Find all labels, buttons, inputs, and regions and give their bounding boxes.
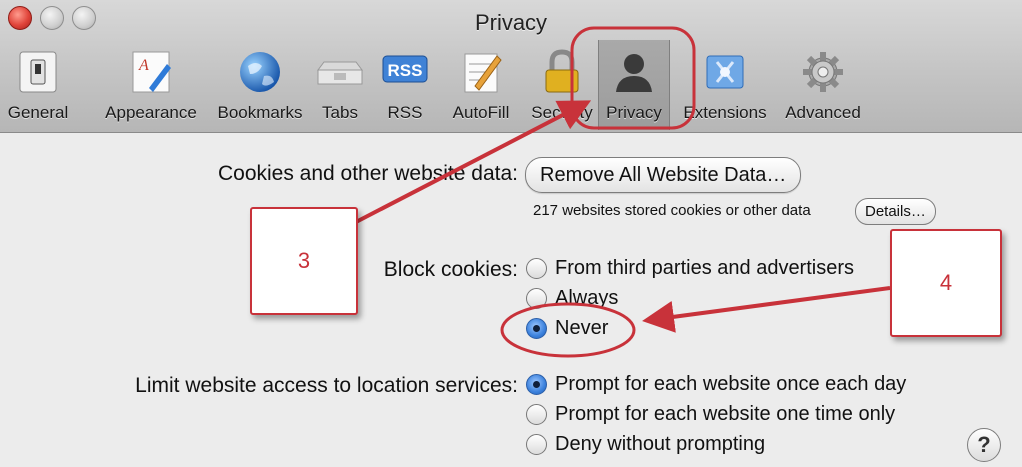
- radio-label: Prompt for each website one time only: [555, 402, 896, 425]
- tab-label: Extensions: [683, 103, 767, 122]
- tab-label: Advanced: [785, 103, 861, 122]
- tabs-icon: [317, 61, 363, 85]
- radio-button[interactable]: [526, 403, 547, 425]
- tab-label: Bookmarks: [217, 103, 303, 122]
- radio-label: Always: [555, 286, 619, 309]
- radio-label: Never: [555, 316, 609, 339]
- tab-appearance[interactable]: A Appearance: [96, 40, 206, 130]
- general-switch-icon: [19, 51, 57, 93]
- radio-button[interactable]: [526, 433, 547, 455]
- remove-all-website-data-button[interactable]: Remove All Website Data…: [525, 157, 802, 193]
- details-button[interactable]: Details…: [855, 198, 936, 225]
- cookies-label: Cookies and other website data:: [217, 162, 518, 185]
- radio-button[interactable]: [526, 287, 547, 309]
- tab-label: Appearance: [105, 103, 197, 122]
- window-title: Privacy: [474, 10, 548, 35]
- help-button[interactable]: ?: [967, 428, 1001, 462]
- radio-button[interactable]: [526, 257, 547, 279]
- gear-icon: [803, 52, 843, 92]
- location-option-deny[interactable]: Deny without prompting: [526, 430, 765, 458]
- globe-icon: [240, 52, 280, 92]
- radio-button-selected[interactable]: [526, 373, 547, 395]
- tab-rss[interactable]: RSS RSS: [382, 40, 428, 130]
- tab-tabs[interactable]: Tabs: [316, 40, 364, 130]
- titlebar: Privacy General A Appearance Bookmarks T…: [0, 0, 1022, 133]
- preferences-window: Privacy General A Appearance Bookmarks T…: [0, 0, 1022, 467]
- tab-label: AutoFill: [452, 103, 510, 122]
- tab-label: RSS: [387, 103, 423, 122]
- tab-general[interactable]: General: [6, 40, 70, 130]
- tab-advanced[interactable]: Advanced: [778, 40, 868, 130]
- location-services-label: Limit website access to location service…: [135, 374, 518, 397]
- block-cookies-option-never[interactable]: Never: [526, 314, 608, 342]
- radio-button-selected[interactable]: [526, 317, 547, 339]
- appearance-icon: A: [132, 51, 171, 93]
- location-option-one-time-only[interactable]: Prompt for each website one time only: [526, 400, 895, 428]
- callout-step-4: 4: [890, 229, 1002, 337]
- tab-bookmarks[interactable]: Bookmarks: [212, 40, 308, 130]
- svg-text:RSS: RSS: [388, 61, 423, 80]
- radio-label: From third parties and advertisers: [555, 256, 855, 279]
- lock-icon: [545, 49, 579, 93]
- rss-icon: RSS: [382, 55, 428, 83]
- person-silhouette-icon: [616, 54, 652, 92]
- block-cookies-option-always[interactable]: Always: [526, 284, 618, 312]
- svg-text:A: A: [138, 57, 149, 74]
- tab-label: Tabs: [322, 103, 358, 122]
- autofill-pencil-icon: [464, 53, 502, 93]
- callout-step-3: 3: [250, 207, 358, 315]
- radio-label: Prompt for each website once each day: [555, 372, 907, 395]
- radio-label: Deny without prompting: [555, 432, 766, 455]
- stored-cookies-count: 217 websites stored cookies or other dat…: [533, 202, 811, 219]
- extensions-icon: [706, 55, 744, 89]
- tab-extensions[interactable]: Extensions: [680, 40, 770, 130]
- tab-label: General: [7, 103, 69, 122]
- tab-label: Privacy: [606, 103, 662, 122]
- tab-autofill[interactable]: AutoFill: [446, 40, 516, 130]
- tab-privacy[interactable]: Privacy: [598, 40, 670, 130]
- preferences-toolbar: General A Appearance Bookmarks Tabs RSS …: [0, 40, 1022, 132]
- block-cookies-option-third-parties[interactable]: From third parties and advertisers: [526, 254, 854, 282]
- location-option-once-each-day[interactable]: Prompt for each website once each day: [526, 370, 906, 398]
